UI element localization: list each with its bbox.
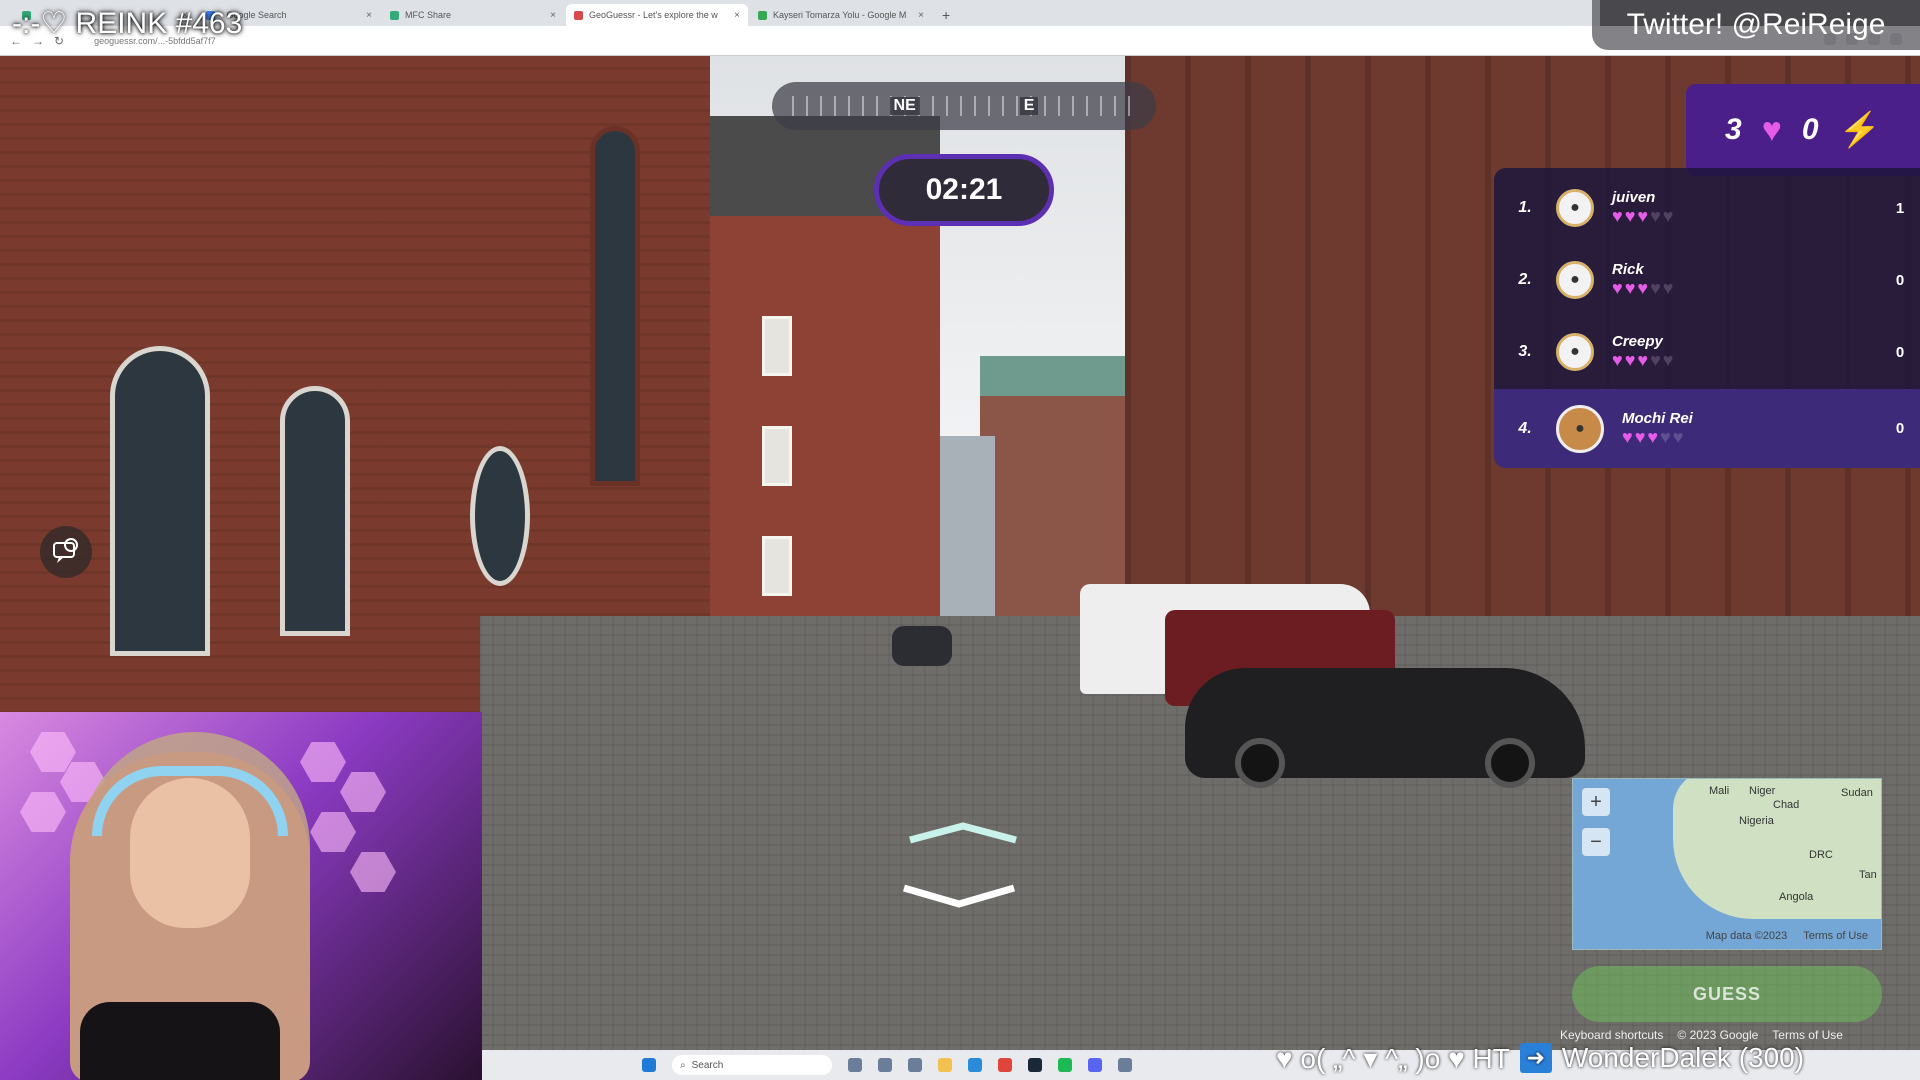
tab-title: MFC Share — [405, 10, 452, 20]
player-name: juiven — [1612, 189, 1656, 206]
player-score: 0 — [1895, 420, 1905, 437]
leaderboard-row: 3. ● Creepy ♥♥♥♥♥ 0 — [1494, 317, 1920, 387]
rank: 4. — [1518, 419, 1532, 437]
guess-button[interactable]: GUESS — [1572, 966, 1882, 1022]
player-name: Mochi Rei — [1622, 409, 1693, 427]
search-icon: ⌕ — [680, 1059, 686, 1071]
map-terms-link[interactable]: Terms of Use — [1803, 930, 1868, 950]
rank: 3. — [1518, 343, 1532, 360]
map-label: DRC — [1809, 849, 1833, 861]
lightning-icon: ⚡ — [1838, 111, 1881, 149]
leaderboard-row-self: 4. ● Mochi Rei ♥♥♥♥♥ 0 — [1494, 389, 1920, 468]
guess-map[interactable]: Mali Niger Sudan Chad Nigeria DRC Angola… — [1572, 778, 1882, 950]
move-forward-arrow-icon[interactable] — [906, 822, 1020, 844]
player-name: Creepy — [1612, 333, 1663, 350]
map-label: Angola — [1779, 891, 1814, 903]
move-back-arrow-icon[interactable] — [900, 884, 1018, 910]
file-explorer-icon[interactable] — [938, 1058, 952, 1072]
spotify-icon[interactable] — [1058, 1058, 1072, 1072]
close-icon[interactable]: × — [366, 10, 372, 21]
map-label: Sudan — [1841, 787, 1873, 799]
heart-icon: ♥ — [1761, 110, 1782, 149]
close-icon[interactable]: × — [918, 10, 924, 21]
hearts-row: ♥♥♥♥♥ — [1622, 426, 1686, 447]
discord-icon[interactable] — [1088, 1058, 1102, 1072]
compass-label-ne: NE — [889, 97, 920, 115]
player-name: Rick — [1612, 261, 1644, 278]
browser-tab[interactable]: Kayseri Tomarza Yolu - Google M × — [750, 4, 932, 26]
round-timer: 02:21 — [874, 154, 1054, 226]
avatar: ● — [1556, 333, 1594, 371]
rank: 1. — [1518, 199, 1532, 216]
stream-ticker: ♥ o( „^ ▾ ^„ )o ♥ HT ➜ WonderDalek (300) — [1276, 1036, 1920, 1080]
compass-label-e: E — [1019, 97, 1039, 115]
leaderboard-row: 1. ● juiven ♥♥♥♥♥ 1 — [1494, 173, 1920, 243]
parked-car — [892, 626, 952, 666]
tab-title: GeoGuessr - Let's explore the w — [589, 10, 718, 20]
app-icon[interactable] — [1118, 1058, 1132, 1072]
player-score: 0 — [1895, 271, 1905, 289]
tab-favicon-icon — [574, 10, 583, 20]
taskbar-search[interactable]: ⌕ Search — [672, 1055, 832, 1075]
leaderboard: 1. ● juiven ♥♥♥♥♥ 1 2. ● Rick ♥♥♥♥♥ 0 3. ●… — [1494, 168, 1920, 468]
map-footer: Map data ©2023 Terms of Use — [1572, 930, 1882, 950]
close-icon[interactable]: × — [734, 10, 740, 21]
new-tab-icon[interactable]: + — [934, 7, 958, 26]
tab-title: Kayseri Tomarza Yolu - Google M — [773, 10, 907, 20]
rank: 2. — [1518, 271, 1532, 288]
lives-count: 3 — [1725, 113, 1742, 146]
arrow-right-icon: ➜ — [1519, 1043, 1552, 1073]
hearts-row: ♥♥♥♥♥ — [1612, 278, 1676, 298]
ticker-donor: WonderDalek (300) — [1561, 1042, 1805, 1073]
windows-start-icon[interactable] — [642, 1058, 656, 1072]
hearts-row: ♥♥♥♥♥ — [1612, 206, 1676, 226]
steam-icon[interactable] — [1028, 1058, 1042, 1072]
ticker-text: ♥ o( „^ ▾ ^„ )o ♥ HT — [1276, 1042, 1510, 1074]
search-placeholder: Search — [691, 1059, 724, 1071]
tab-favicon-icon — [390, 10, 399, 20]
tab-favicon-icon — [758, 10, 767, 20]
screen: × - Google Search × MFC Share × GeoGuessr … — [0, 0, 1920, 1080]
black-sedan — [1185, 668, 1585, 788]
avatar: ● — [1556, 404, 1604, 453]
player-score: 0 — [1895, 343, 1905, 361]
settings-icon[interactable] — [908, 1058, 922, 1072]
task-view-icon[interactable] — [848, 1058, 862, 1072]
map-label: Tan — [1859, 869, 1877, 881]
browser-tab[interactable]: MFC Share × — [382, 4, 564, 26]
avatar: ● — [1556, 189, 1594, 227]
close-icon[interactable]: × — [550, 10, 556, 21]
hearts-row: ♥♥♥♥♥ — [1612, 350, 1676, 370]
player-score: 1 — [1895, 199, 1905, 217]
chat-icon[interactable] — [40, 526, 92, 578]
edge-icon[interactable] — [968, 1058, 982, 1072]
avatar: ● — [1556, 261, 1594, 299]
chrome-icon[interactable] — [998, 1058, 1012, 1072]
map-label: Mali — [1709, 785, 1730, 797]
map-label: Chad — [1773, 799, 1800, 811]
compass-strip: NE E — [772, 82, 1156, 130]
chat-app-icon[interactable] — [878, 1058, 892, 1072]
map-zoom-out-button[interactable]: − — [1582, 828, 1610, 856]
streak-count: 0 — [1801, 113, 1819, 146]
webcam-feed — [0, 712, 482, 1080]
leaderboard-row: 2. ● Rick ♥♥♥♥♥ 0 — [1494, 245, 1920, 315]
stream-title: -:-♡ REINK #463 — [12, 7, 243, 40]
map-data-credit: Map data ©2023 — [1705, 930, 1788, 942]
twitter-handle: Twitter! @ReiReige — [1592, 0, 1920, 50]
player-stats: 3 ♥ 0 ⚡ — [1686, 84, 1920, 176]
browser-tab-active[interactable]: GeoGuessr - Let's explore the w × — [566, 4, 748, 26]
map-zoom-in-button[interactable]: + — [1582, 788, 1610, 816]
map-label: Niger — [1749, 785, 1776, 797]
map-label: Nigeria — [1739, 815, 1774, 827]
